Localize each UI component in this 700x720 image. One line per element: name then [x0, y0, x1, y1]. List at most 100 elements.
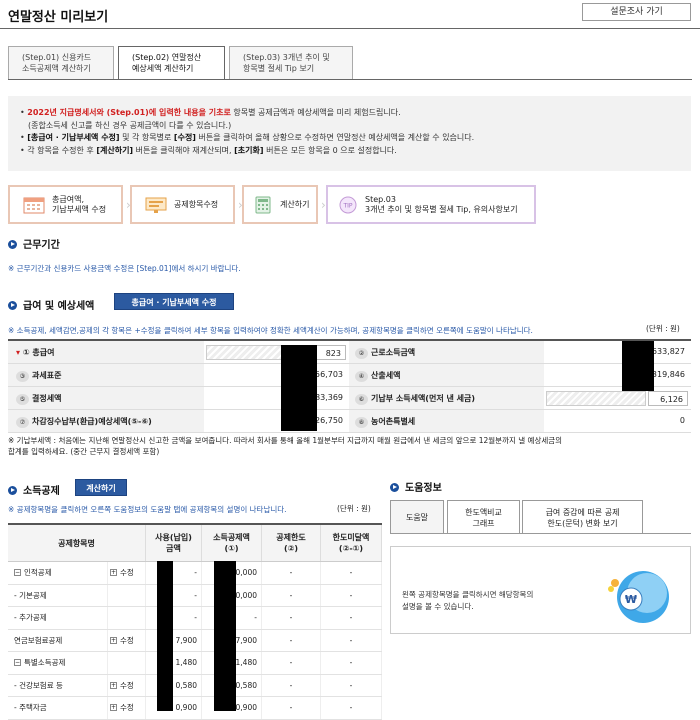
edit-link[interactable]: 수정 — [120, 567, 134, 578]
edit-cell: + 수정 — [108, 629, 146, 651]
salary-label[interactable]: ② 근로소득금액 — [349, 341, 544, 363]
expand-icon[interactable]: + — [110, 569, 117, 577]
help-text-line2: 설명을 볼 수 있습니다. — [402, 602, 474, 611]
prepaid-tax-label: 기납부 소득세액(먼저 낸 세금) — [371, 394, 475, 403]
salary-label[interactable]: ▾ ① 총급여 — [8, 341, 204, 363]
salary-label[interactable]: ③ 과세표준 — [8, 364, 204, 386]
salary-label[interactable]: ⑥ 기납부 소득세액(먼저 낸 세금) — [349, 387, 544, 409]
step-edit-salary-line2: 기납부세액 수정 — [52, 204, 107, 214]
step-tips[interactable]: TIP Step.03 3개년 추이 및 항목별 절세 Tip, 유의사항보기 — [326, 185, 536, 224]
row-number: ① — [22, 348, 30, 357]
deduction-item-label: - 기본공제 — [14, 590, 47, 600]
deduction-item-name[interactable]: - 건강보험료 등 — [8, 674, 108, 696]
limit-amount: - — [262, 584, 321, 606]
work-period-note: ※ 근무기간과 신용카드 사용금액 수정은 [Step.01]에서 하시기 바랍… — [8, 264, 241, 273]
row-number: ④ — [355, 371, 368, 382]
limit-amount: - — [262, 674, 321, 696]
salary-label[interactable]: ⑧ 농어촌특별세 — [349, 410, 544, 432]
limit-amount: - — [262, 629, 321, 651]
edit-cell: + 수정 — [108, 674, 146, 696]
collapse-icon[interactable]: − — [14, 659, 21, 667]
step-edit-salary[interactable]: 총급여액, 기납부세액 수정 — [8, 185, 123, 224]
notice-line1-text: 항목별 공제금액과 예상세액을 미리 체험드립니다. — [230, 108, 401, 117]
salary-note: ※ 소득공제, 세액감면,공제의 각 항목은 +수정을 클릭하여 세부 항목을 … — [8, 326, 533, 335]
deduction-item-name[interactable]: − 특별소득공제 — [8, 652, 108, 674]
tab-step02[interactable]: (Step.02) 연말정산 예상세액 계산하기 — [118, 46, 225, 80]
shortfall-amount: - — [321, 607, 382, 629]
tab-step01[interactable]: (Step.01) 신용카드 소득공제액 계산하기 — [8, 46, 114, 79]
final-tax-value: 83,369 — [315, 393, 343, 402]
help-tab-help[interactable]: 도움말 — [390, 500, 444, 534]
deduction-row: − 특별소득공제 1,480 31,480- - — [8, 652, 382, 675]
deduction-item-label: - 건강보험료 등 — [14, 680, 63, 690]
step-edit-deduction[interactable]: 공제항목수정 — [130, 185, 235, 224]
section-bullet-icon — [8, 240, 17, 249]
step-calculate-label: 계산하기 — [280, 199, 310, 209]
rural-tax-value: 0 — [679, 416, 685, 425]
help-tab-graph[interactable]: 한도액비교 그래프 — [447, 500, 520, 534]
shortfall-amount: - — [321, 674, 382, 696]
prepaid-tax-cell: 6,126 — [544, 387, 691, 409]
help-tab-divider — [390, 533, 691, 534]
deduction-heading: 소득공제 — [8, 482, 60, 497]
tab-step03[interactable]: (Step.03) 3개년 추이 및 항목별 절세 Tip 보기 — [229, 46, 353, 79]
step-calculate[interactable]: 계산하기 — [242, 185, 318, 224]
section-bullet-icon — [390, 483, 399, 492]
edit-link[interactable]: 수정 — [120, 680, 134, 691]
expand-icon[interactable]: + — [110, 704, 117, 712]
help-tab-threshold[interactable]: 급여 증감에 따른 공제 한도(문턱) 변화 보기 — [522, 500, 643, 534]
work-period-heading: 근무기간 — [8, 236, 60, 251]
deduction-header-row: 공제항목명 사용(납입) 금액 소득공제액 (①) 공제한도 (②) 한도미달액… — [8, 525, 382, 562]
calculated-tax-label: 산출세액 — [371, 371, 401, 380]
deduction-row: - 기본공제 -00,000- - — [8, 584, 382, 607]
salary-label[interactable]: ⑤ 결정세액 — [8, 387, 204, 409]
deduction-note: ※ 공제항목명을 클릭하면 오른쪽 도움정보의 도움말 탭에 공제항목의 설명이… — [8, 505, 287, 514]
calculate-button[interactable]: 계산하기 — [75, 479, 127, 496]
prepaid-tax-value: 6,126 — [648, 391, 688, 406]
row-number: ② — [355, 348, 368, 359]
expand-icon[interactable]: + — [110, 681, 117, 689]
section-bullet-icon — [8, 486, 17, 495]
limit-amount: - — [262, 562, 321, 584]
edit-link[interactable]: 수정 — [120, 702, 134, 713]
used-amount: - — [146, 562, 202, 584]
deduction-row: 연금보험료공제 + 수정 7,900 07,900- - — [8, 629, 382, 652]
edit-link[interactable]: 수정 — [120, 635, 134, 646]
survey-button[interactable]: 설문조사 가기 — [582, 3, 691, 21]
edit-cell — [108, 584, 146, 606]
help-tab-label: 도움말 — [405, 513, 429, 522]
work-period-title: 근무기간 — [23, 240, 60, 251]
shortfall-amount: - — [321, 697, 382, 719]
gross-salary-hatch — [206, 345, 284, 360]
svg-text:₩: ₩ — [625, 593, 637, 606]
deduction-item-name[interactable]: − 인적공제 — [8, 562, 108, 584]
tab-step01-line1: (Step.01) 신용카드 — [22, 53, 92, 62]
deduction-item-name[interactable]: 연금보험료공제 — [8, 629, 108, 651]
deduction-item-name[interactable]: - 기본공제 — [8, 584, 108, 606]
col-item-name: 공제항목명 — [8, 525, 146, 561]
help-text: 왼쪽 공제항목명을 클릭하시면 해당항목의 설명을 볼 수 있습니다. — [402, 589, 533, 613]
prepaid-footnote-line2: 합계를 입력하세요. (중간 근무지 결정세액 포함) — [8, 447, 160, 456]
tab-divider — [8, 79, 692, 80]
salary-row: ③ 과세표준 56,703 ④ 산출세액 319,846 — [8, 364, 691, 387]
rural-tax-label: 농어촌특별세 — [371, 417, 416, 426]
help-tab-label: 급여 증감에 따른 공제 한도(문턱) 변화 보기 — [545, 507, 620, 528]
row-number: ③ — [16, 371, 29, 382]
shortfall-amount: - — [321, 652, 382, 674]
collapse-icon[interactable]: − — [14, 569, 21, 577]
used-amount: 0,580 — [146, 674, 202, 696]
edit-salary-button[interactable]: 총급여 · 기납부세액 수정 — [114, 293, 234, 310]
deduction-item-name[interactable]: - 주택자금 — [8, 697, 108, 719]
deduction-item-label: 특별소득공제 — [24, 658, 66, 668]
help-tab-label: 한도액비교 그래프 — [465, 507, 502, 528]
row-number: ⑤ — [16, 394, 29, 405]
col-deduction-amount: 소득공제액 (①) — [202, 525, 262, 561]
help-heading: 도움정보 — [390, 479, 442, 494]
deduction-item-name[interactable]: - 추가공제 — [8, 607, 108, 629]
salary-label[interactable]: ④ 산출세액 — [349, 364, 544, 386]
salary-label[interactable]: ⑦ 차감징수납부(환급)예상세액(⑤-⑥) — [8, 410, 204, 432]
used-amount: - — [146, 607, 202, 629]
salary-row: ▾ ① 총급여 823 ② 근로소득금액 633,827 — [8, 341, 691, 364]
redaction-block — [281, 345, 317, 431]
expand-icon[interactable]: + — [110, 636, 117, 644]
